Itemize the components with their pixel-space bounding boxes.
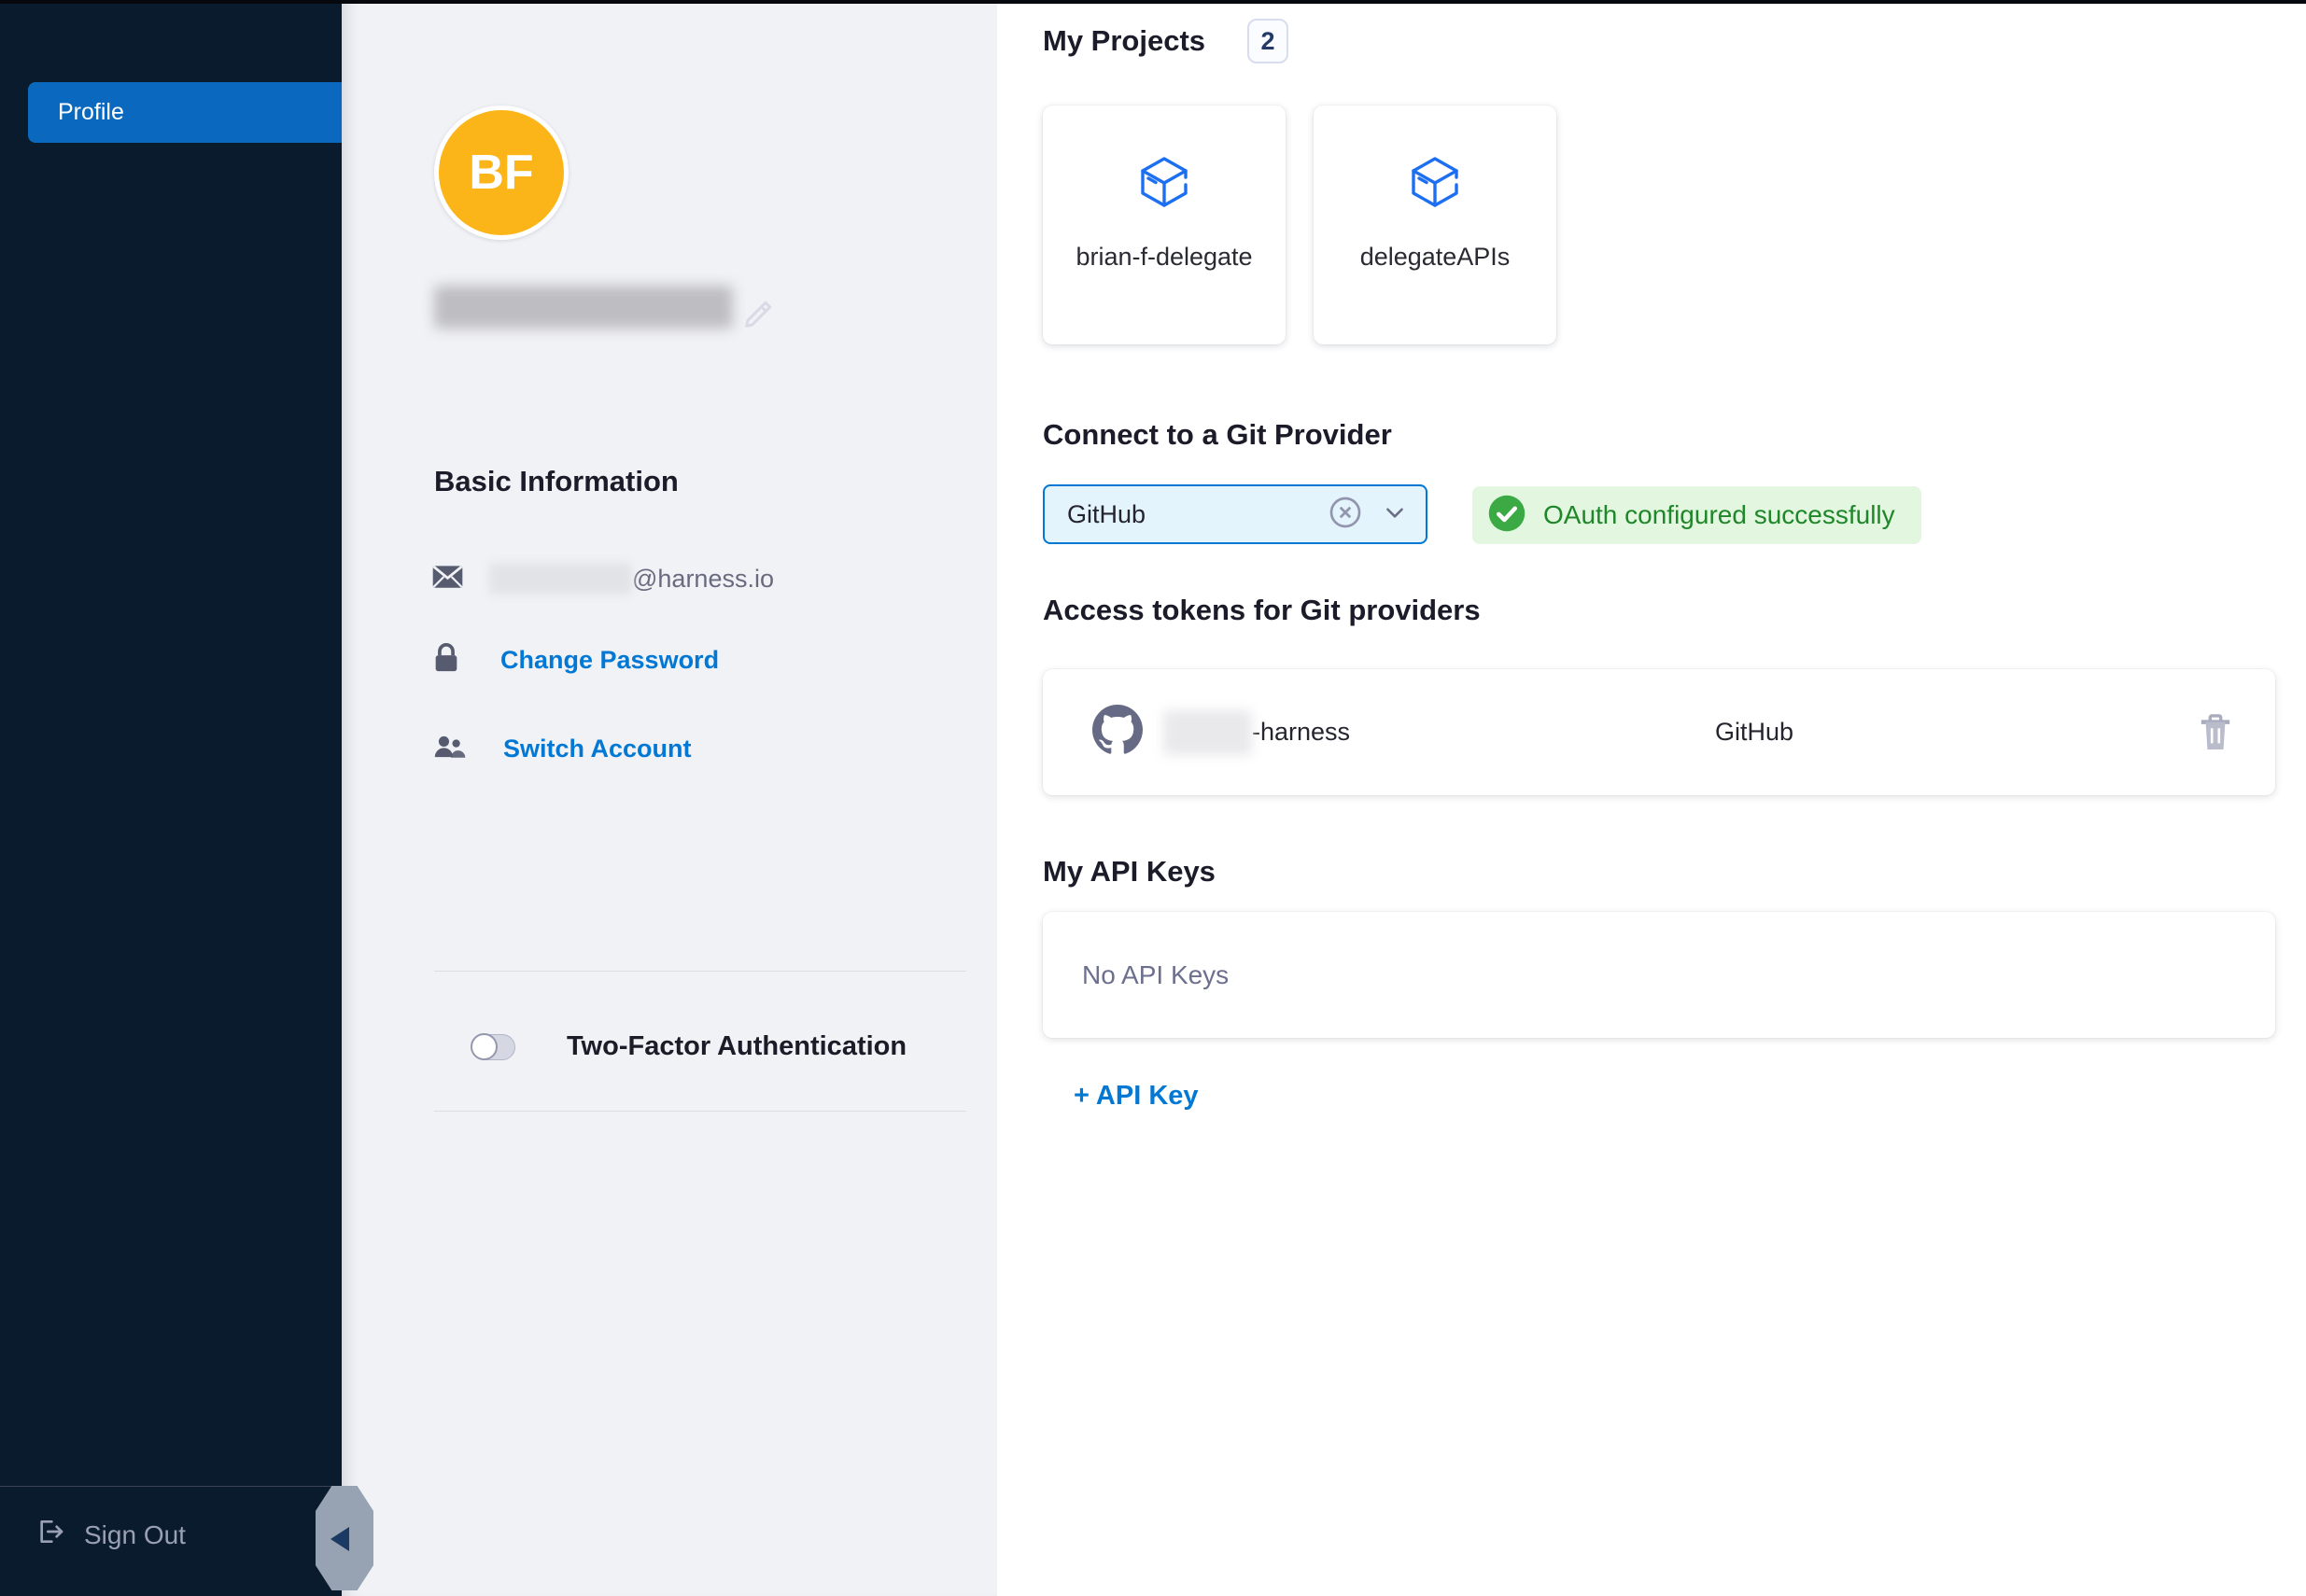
token-username-redacted [1163, 710, 1252, 755]
projects-count-badge: 2 [1247, 19, 1288, 63]
cube-project-icon [1134, 152, 1194, 217]
sign-out-button[interactable]: Sign Out [35, 1517, 186, 1553]
api-keys-empty-card: No API Keys [1043, 912, 2275, 1038]
avatar-initials: BF [469, 145, 533, 201]
project-card-delegateapis[interactable]: delegateAPIs [1314, 105, 1556, 344]
project-name: delegateAPIs [1360, 243, 1511, 272]
mail-icon [432, 565, 463, 594]
project-name: brian-f-delegate [1076, 243, 1252, 272]
toggle-knob [471, 1033, 498, 1060]
sidebar: Profile Sign Out [0, 0, 342, 1596]
access-token-row: -harness GitHub [1043, 669, 2275, 795]
window-top-edge [0, 0, 2306, 4]
add-api-key-button[interactable]: + API Key [1074, 1081, 1199, 1112]
sidebar-item-profile-label: Profile [58, 99, 124, 126]
divider [434, 971, 966, 972]
sign-out-label: Sign Out [84, 1520, 186, 1550]
no-api-keys-text: No API Keys [1082, 960, 1229, 990]
collapse-arrow-icon [330, 1527, 349, 1551]
switch-users-icon [432, 733, 466, 765]
token-provider: GitHub [1715, 718, 1793, 747]
change-password-link[interactable]: Change Password [500, 646, 719, 675]
switch-account-row: Switch Account [432, 733, 692, 765]
github-octocat-icon [1092, 705, 1143, 760]
oauth-status-badge: OAuth configured successfully [1472, 486, 1921, 544]
edit-pencil-icon [740, 320, 778, 336]
basic-information-title: Basic Information [434, 465, 679, 498]
trash-icon[interactable] [2198, 713, 2233, 752]
switch-account-link[interactable]: Switch Account [503, 735, 692, 763]
my-api-keys-title: My API Keys [1043, 855, 1216, 889]
clear-circle-x-icon[interactable] [1329, 496, 1362, 534]
avatar[interactable]: BF [434, 105, 569, 240]
chevron-down-icon[interactable] [1383, 500, 1407, 529]
email-prefix-redacted [489, 563, 632, 595]
git-provider-select[interactable]: GitHub [1043, 484, 1427, 544]
two-factor-row: Two-Factor Authentication [471, 1031, 907, 1062]
project-card-brian-f-delegate[interactable]: brian-f-delegate [1043, 105, 1286, 344]
lock-icon [432, 642, 460, 679]
cube-project-icon [1405, 152, 1465, 217]
email-row: @harness.io [432, 563, 774, 595]
sidebar-collapse-handle[interactable] [316, 1486, 373, 1590]
check-circle-icon [1487, 494, 1526, 538]
git-provider-selected-value: GitHub [1067, 500, 1329, 529]
sidebar-divider [0, 1486, 342, 1487]
git-provider-title: Connect to a Git Provider [1043, 418, 1392, 452]
sidebar-item-profile[interactable]: Profile [28, 82, 342, 143]
two-factor-label: Two-Factor Authentication [567, 1031, 907, 1062]
access-tokens-title: Access tokens for Git providers [1043, 594, 1481, 627]
two-factor-toggle[interactable] [471, 1034, 515, 1060]
my-projects-title: My Projects [1043, 24, 1205, 58]
email-domain: @harness.io [632, 565, 774, 594]
oauth-status-text: OAuth configured successfully [1543, 500, 1895, 530]
user-name-redacted [434, 286, 733, 329]
sign-out-icon [35, 1517, 65, 1553]
token-name-suffix: -harness [1252, 718, 1350, 747]
profile-panel [342, 0, 997, 1596]
divider [434, 1111, 966, 1112]
change-password-row: Change Password [432, 642, 719, 679]
edit-name-button[interactable] [740, 295, 778, 332]
